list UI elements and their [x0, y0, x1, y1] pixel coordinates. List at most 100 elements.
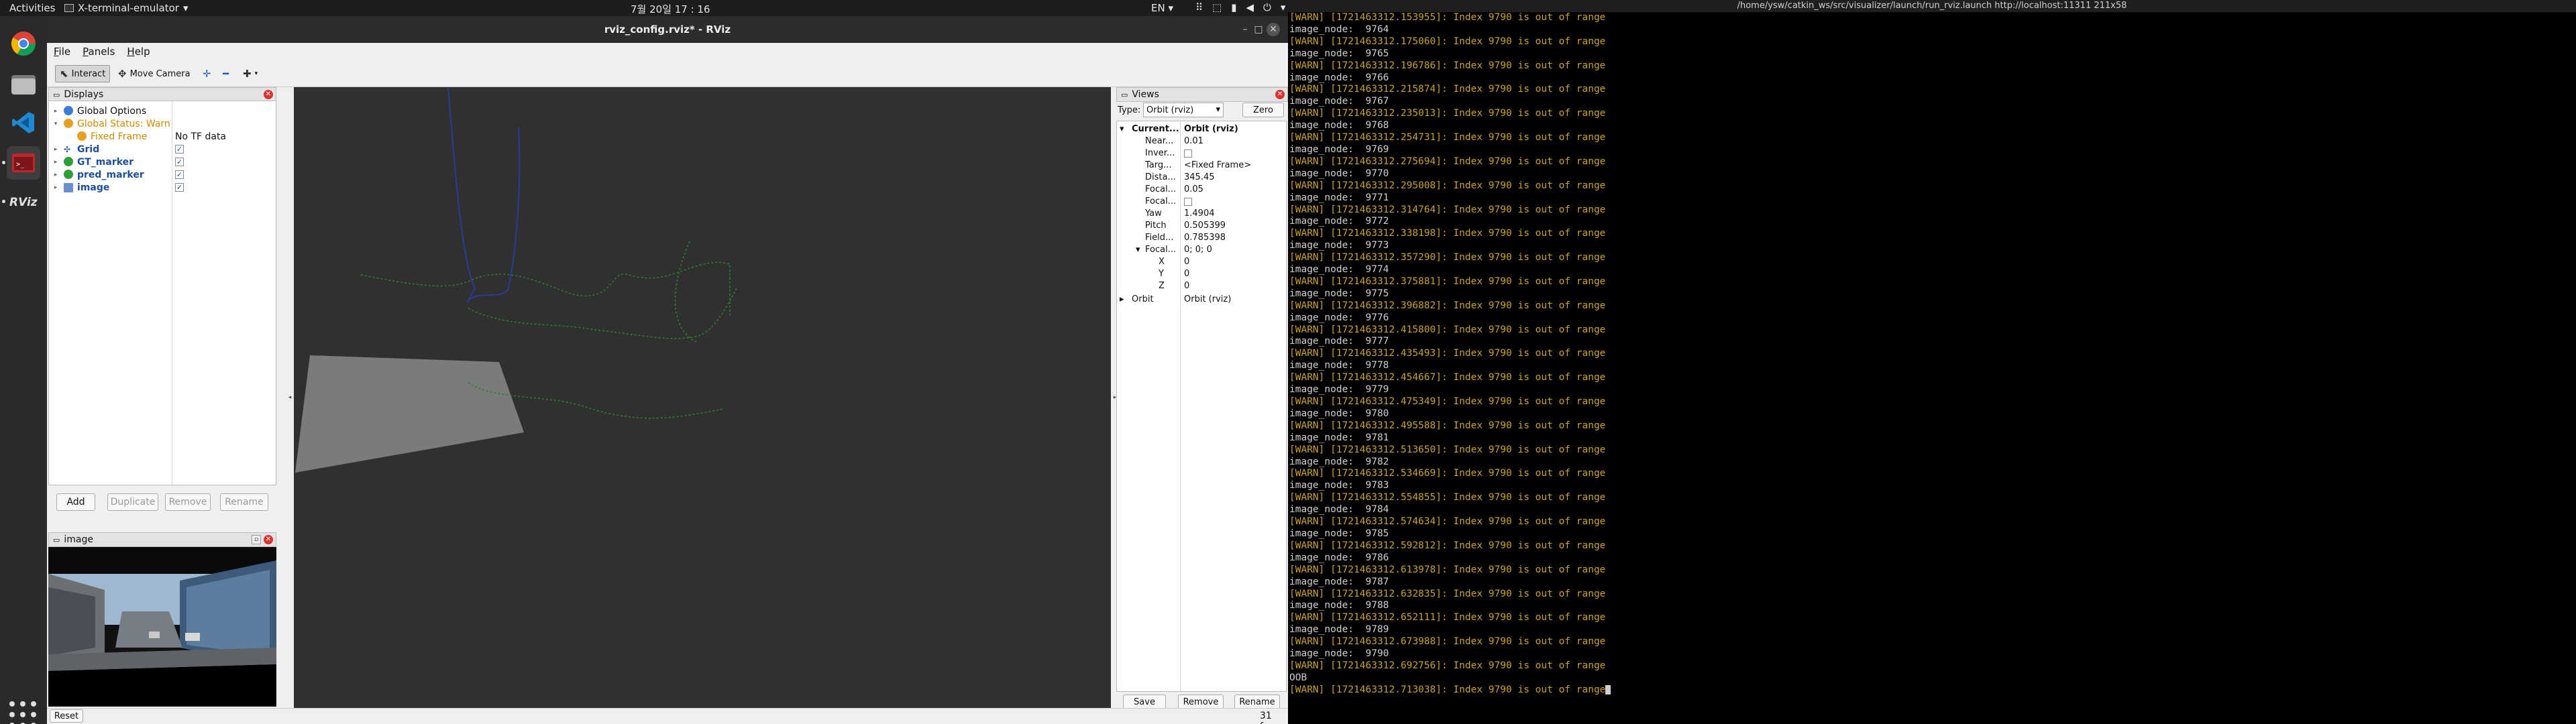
displays-panel-header[interactable]: ▭ Displays ✕	[48, 87, 276, 102]
dock-files[interactable]	[7, 67, 40, 101]
remove-view-button[interactable]: Remove	[1178, 695, 1224, 709]
save-view-button[interactable]: Save	[1123, 695, 1166, 709]
dock-vscode[interactable]	[7, 106, 40, 139]
clock[interactable]: 7월 20일 17 : 16	[631, 2, 710, 16]
close-panel-icon[interactable]: ✕	[264, 535, 273, 544]
measure-tool[interactable]: ━	[219, 65, 233, 82]
tree-row-fixed-frame[interactable]: Fixed Frame No TF data	[49, 130, 276, 143]
view-row-pitch[interactable]: Pitch 0.505399	[1117, 221, 1286, 232]
view-value: Orbit (rviz)	[1184, 294, 1232, 304]
view-row-focal-point[interactable]: ▾ Focal... 0; 0; 0	[1117, 245, 1286, 256]
view-key: Focal...	[1145, 184, 1177, 194]
window-title: rviz_config.rviz* - RViz	[604, 23, 731, 36]
close-window-icon[interactable]: ✕	[1267, 23, 1280, 36]
terminal-window[interactable]: /home/ysw/catkin_ws/src/visualizer/launc…	[1288, 0, 2576, 724]
dock-chrome[interactable]	[7, 27, 40, 60]
add-tool[interactable]: ✚ ▾	[239, 65, 262, 82]
menu-panels[interactable]: Panels	[83, 46, 115, 58]
expand-icon[interactable]: ▸	[52, 146, 60, 153]
view-row-z[interactable]: Z 0	[1117, 281, 1286, 292]
show-apps-grid-icon[interactable]	[9, 701, 38, 724]
terminal-warn-line: [WARN] [1721463312.534669]: Index 9790 i…	[1289, 468, 1606, 479]
terminal-warn-line: [WARN] [1721463312.513650]: Index 9790 i…	[1289, 444, 1606, 455]
zero-button[interactable]: Zero	[1242, 103, 1284, 117]
view-row-field-of-view[interactable]: Field... 0.785398	[1117, 233, 1286, 244]
close-panel-icon[interactable]: ✕	[1275, 90, 1285, 99]
view-row-near-clip[interactable]: Near... 0.01	[1117, 136, 1286, 147]
rename-view-button[interactable]: Rename	[1234, 695, 1280, 709]
menu-file[interactable]: File	[54, 46, 70, 58]
remove-display-button[interactable]: Remove	[165, 493, 211, 511]
dock-terminal[interactable]: >_	[7, 146, 40, 180]
image-panel-header[interactable]: ▭ image ▫ ✕	[48, 532, 276, 547]
maximize-icon[interactable]: □	[1252, 23, 1265, 36]
render-3d-view[interactable]	[294, 86, 1111, 708]
language-indicator[interactable]: EN ▾	[1151, 2, 1173, 14]
displays-tree: ▸ Global Options ▾ Global Status: Warn F…	[48, 101, 276, 485]
rename-display-button[interactable]: Rename	[220, 493, 268, 511]
view-value: 0	[1184, 269, 1190, 279]
move-camera-tool[interactable]: ✥ Move Camera	[114, 65, 195, 82]
tree-row-image[interactable]: ▸ image ✓	[49, 181, 276, 194]
focal-shape-checkbox[interactable]	[1184, 198, 1192, 206]
app-menu[interactable]: X-terminal-emulator ▾	[64, 2, 188, 14]
expand-icon[interactable]: ▸	[52, 184, 60, 191]
duplicate-display-button[interactable]: Duplicate	[107, 493, 158, 511]
view-row-invert-z[interactable]: Inver...	[1117, 148, 1286, 160]
warning-icon	[77, 131, 87, 141]
system-tray[interactable]: ⠿ ⬚ ▮ ◀ ⏻ ▾	[1195, 1, 1285, 13]
reset-button[interactable]: Reset	[50, 709, 83, 723]
view-type-select[interactable]: Orbit (rviz) ▾	[1143, 103, 1224, 117]
terminal-warn-line: [WARN] [1721463312.357290]: Index 9790 i…	[1289, 252, 1606, 263]
vscode-icon	[12, 112, 34, 133]
activities-button[interactable]: Activities	[9, 2, 55, 14]
invert-z-checkbox[interactable]	[1184, 149, 1192, 158]
expand-icon[interactable]: ▸	[52, 159, 60, 166]
view-row-target-frame[interactable]: Targ... <Fixed Frame>	[1117, 160, 1286, 172]
expand-icon[interactable]: ▸	[1120, 294, 1124, 304]
view-key: Current...	[1132, 124, 1179, 134]
tool-bar: ⬉ Interact ✥ Move Camera ✛ ━ ✚ ▾	[47, 60, 1288, 87]
enable-checkbox[interactable]: ✓	[175, 145, 184, 154]
focus-camera-tool[interactable]: ✛	[199, 65, 215, 82]
collapse-left-handle[interactable]: ◂	[286, 87, 294, 708]
view-row-focal-shape-fixed[interactable]: Focal...	[1117, 196, 1286, 208]
terminal-output-line: image_node: 9788	[1289, 600, 1389, 611]
float-panel-icon[interactable]: ▫	[252, 535, 261, 544]
expand-icon[interactable]: ▸	[52, 172, 60, 178]
add-display-button[interactable]: Add	[56, 493, 95, 511]
view-row-yaw[interactable]: Yaw 1.4904	[1117, 208, 1286, 220]
tree-row-gt-marker[interactable]: ▸ GT_marker ✓	[49, 156, 276, 168]
view-row-saved-orbit[interactable]: ▸ Orbit Orbit (rviz)	[1117, 294, 1286, 306]
collapse-icon[interactable]: ▾	[1120, 124, 1124, 134]
menu-help[interactable]: Help	[127, 46, 150, 58]
terminal-warn-line: [WARN] [1721463312.673988]: Index 9790 i…	[1289, 636, 1606, 648]
interact-tool[interactable]: ⬉ Interact	[55, 65, 111, 82]
menu-bar: File Panels Help	[47, 43, 1288, 60]
tree-row-pred-marker[interactable]: ▸ pred_marker ✓	[49, 168, 276, 181]
tree-row-grid[interactable]: ▸ ✣ Grid ✓	[49, 143, 276, 156]
rviz-title-bar[interactable]: rviz_config.rviz* - RViz – □ ✕	[47, 16, 1288, 43]
terminal-output[interactable]: [WARN] [1721463312.153955]: Index 9790 i…	[1289, 12, 2575, 724]
enable-checkbox[interactable]: ✓	[175, 170, 184, 179]
tree-row-global-options[interactable]: ▸ Global Options	[49, 105, 276, 117]
dock-rviz[interactable]: RViz	[7, 185, 40, 219]
enable-checkbox[interactable]: ✓	[175, 183, 184, 192]
view-row-y[interactable]: Y 0	[1117, 269, 1286, 280]
files-icon	[11, 75, 36, 95]
view-row-x[interactable]: X 0	[1117, 257, 1286, 268]
view-value: Orbit (rviz)	[1184, 124, 1238, 134]
tree-row-global-status[interactable]: ▾ Global Status: Warn	[49, 117, 276, 130]
terminal-warn-line: [WARN] [1721463312.275694]: Index 9790 i…	[1289, 156, 1606, 167]
expand-icon[interactable]: ▸	[52, 108, 60, 115]
view-row-distance[interactable]: Dista... 345.45	[1117, 172, 1286, 184]
collapse-icon[interactable]: ▾	[52, 121, 60, 127]
close-panel-icon[interactable]: ✕	[264, 90, 273, 99]
view-type-value: Orbit (rviz)	[1146, 105, 1194, 115]
view-row-current[interactable]: ▾ Current... Orbit (rviz)	[1117, 124, 1286, 135]
views-panel-header[interactable]: ▭ Views ✕	[1116, 87, 1288, 102]
collapse-icon[interactable]: ▾	[1136, 245, 1140, 255]
enable-checkbox[interactable]: ✓	[175, 158, 184, 166]
view-row-focal-size[interactable]: Focal... 0.05	[1117, 184, 1286, 196]
minimize-icon[interactable]: –	[1238, 23, 1252, 36]
